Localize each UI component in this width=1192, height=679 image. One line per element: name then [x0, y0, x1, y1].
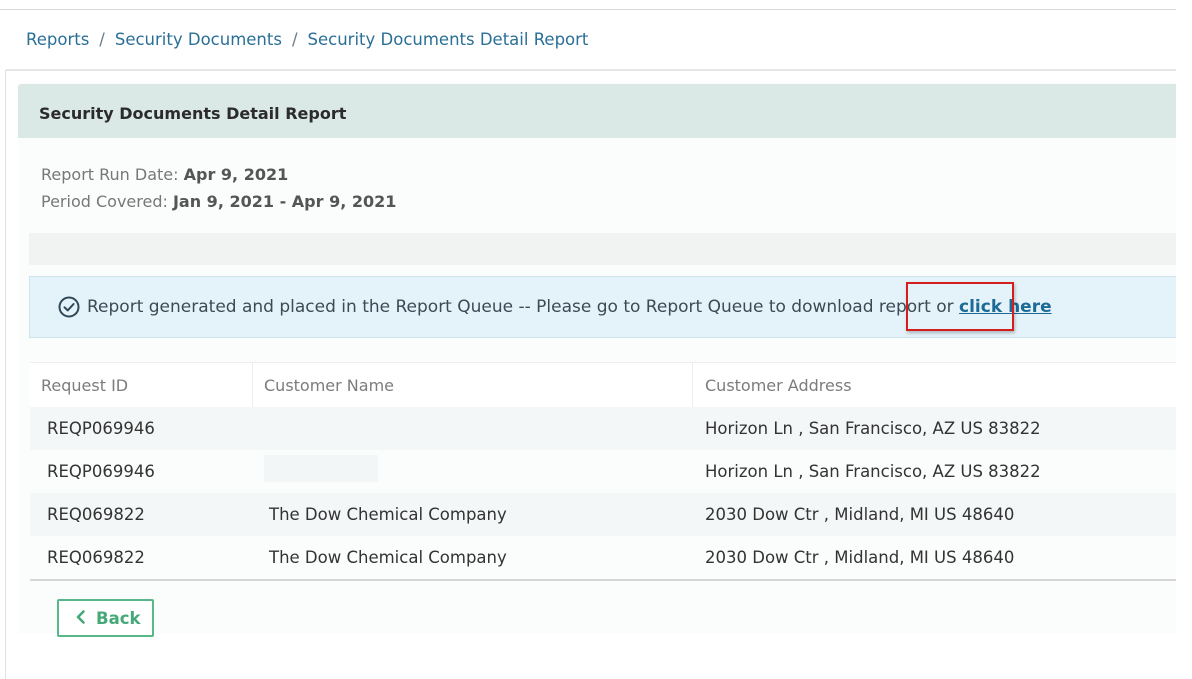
back-button-label: Back [96, 609, 141, 628]
table-row: REQP069946 Horizon Ln , San Francisco, A… [30, 407, 1176, 450]
cell-request-id: REQP069946 [47, 419, 155, 438]
filter-bar [29, 233, 1176, 265]
breadcrumb: Reports / Security Documents / Security Docu… [26, 30, 588, 49]
report-table: Request ID Customer Name Customer Addres… [30, 362, 1176, 579]
table-header: Request ID Customer Name Customer Addres… [30, 362, 1176, 407]
cell-customer-address: 2030 Dow Ctr , Midland, MI US 48640 [705, 548, 1015, 567]
redacted-customer-name [264, 455, 378, 482]
table-row: REQ069822 The Dow Chemical Company 2030 … [30, 493, 1176, 536]
cell-customer-address: Horizon Ln , San Francisco, AZ US 83822 [705, 462, 1041, 481]
cell-request-id: REQ069822 [47, 505, 145, 524]
table-bottom-border [30, 579, 1176, 581]
column-header-customer-name[interactable]: Customer Name [264, 376, 394, 395]
cell-customer-name: The Dow Chemical Company [269, 505, 507, 524]
breadcrumb-separator: / [99, 30, 105, 49]
column-divider [692, 363, 693, 407]
run-date-label: Report Run Date: [41, 165, 179, 184]
breadcrumb-reports[interactable]: Reports [26, 30, 89, 49]
alert-message: Report generated and placed in the Repor… [87, 297, 954, 317]
back-button[interactable]: Back [57, 599, 154, 637]
breadcrumb-security-documents[interactable]: Security Documents [115, 30, 282, 49]
cell-customer-address: 2030 Dow Ctr , Midland, MI US 48640 [705, 505, 1015, 524]
table-row: REQP069946 Horizon Ln , San Francisco, A… [30, 450, 1176, 493]
content-left-border [5, 70, 6, 679]
check-circle-icon [58, 296, 80, 318]
breadcrumb-separator: / [291, 30, 298, 49]
chevron-left-icon [76, 610, 85, 624]
cell-request-id: REQ069822 [47, 548, 145, 567]
cell-customer-address: Horizon Ln , San Francisco, AZ US 83822 [705, 419, 1041, 438]
breadcrumb-divider [6, 69, 1176, 71]
panel-header: Security Documents Detail Report [18, 84, 1176, 138]
period-label: Period Covered: [41, 192, 168, 211]
period-value: Jan 9, 2021 - Apr 9, 2021 [172, 192, 397, 211]
top-divider [0, 9, 1176, 10]
cell-request-id: REQP069946 [47, 462, 155, 481]
period-covered: Period Covered: Jan 9, 2021 - Apr 9, 202… [41, 192, 396, 211]
panel-title: Security Documents Detail Report [39, 104, 347, 123]
cell-customer-name: The Dow Chemical Company [269, 548, 507, 567]
report-run-date: Report Run Date: Apr 9, 2021 [41, 165, 288, 184]
run-date-value: Apr 9, 2021 [183, 165, 289, 184]
highlight-annotation [906, 282, 1014, 331]
column-divider [252, 363, 253, 407]
breadcrumb-current-page[interactable]: Security Documents Detail Report [308, 30, 589, 49]
column-header-request-id[interactable]: Request ID [41, 376, 128, 395]
table-row: REQ069822 The Dow Chemical Company 2030 … [30, 536, 1176, 579]
column-header-customer-address[interactable]: Customer Address [705, 376, 852, 395]
